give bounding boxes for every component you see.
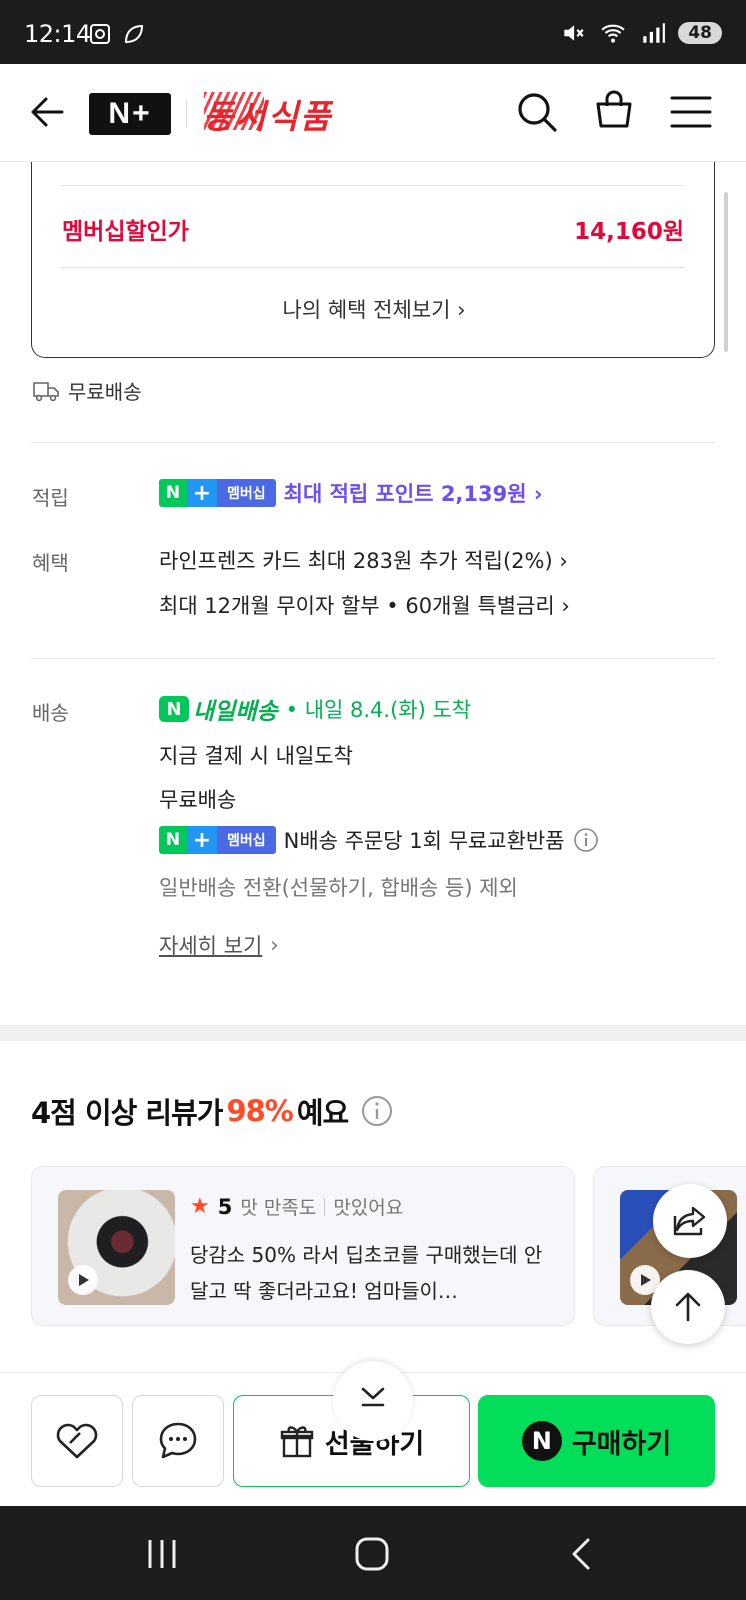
- pay-now-arrival-text: 지금 결제 시 내일도착: [159, 744, 353, 768]
- divider: [61, 185, 685, 186]
- like-button[interactable]: [31, 1395, 123, 1487]
- delivery-details-link[interactable]: 자세히 보기 ›: [159, 930, 279, 960]
- review-rating: ★ 5 맛 만족도 맛있어요: [190, 1193, 403, 1220]
- buy-button-label: 구매하기: [571, 1428, 672, 1460]
- search-icon[interactable]: [515, 90, 559, 134]
- screenshot-icon: [90, 24, 110, 44]
- free-shipping-text: 무료배송: [68, 380, 142, 404]
- divider: [324, 1197, 326, 1216]
- installment-benefit-link[interactable]: 최대 12개월 무이자 할부 • 60개월 특별금리 ›: [159, 590, 570, 620]
- home-icon[interactable]: [352, 1536, 392, 1572]
- next-day-delivery-row: N 내일배송 • 내일 8.4.(화) 도착: [159, 692, 471, 726]
- back-arrow-icon[interactable]: [28, 92, 68, 132]
- naver-plus-membership-badge: N + 멤버십: [159, 826, 276, 854]
- heart-icon: [56, 1423, 98, 1459]
- product-detail-content[interactable]: 멤버십할인가 14,160원 나의 혜택 전체보기 › 무료배송 적립 N + …: [0, 162, 746, 1394]
- status-notification-icons: [88, 22, 146, 46]
- view-all-benefits-link[interactable]: 나의 혜택 전체보기 ›: [32, 294, 716, 324]
- buy-button[interactable]: N 구매하기: [478, 1395, 715, 1487]
- delivery-free-shipping-text: 무료배송: [159, 788, 237, 812]
- brand-logo[interactable]: 동서식품: [203, 90, 332, 138]
- truck-n-icon: N: [159, 696, 189, 722]
- status-system-icons: 48: [560, 20, 722, 46]
- naver-plus-logo[interactable]: N+: [89, 93, 171, 135]
- battery-indicator: 48: [678, 22, 722, 44]
- purchase-action-bar: 선물하기 N 구매하기: [0, 1361, 746, 1506]
- truck-icon: [33, 381, 59, 401]
- app-header: N+ 동서식품: [0, 64, 746, 162]
- delivery-exclusion-text: 일반배송 전환(선물하기, 합배송 등) 제외: [159, 876, 518, 900]
- membership-benefit-box: 멤버십할인가 14,160원 나의 혜택 전체보기 ›: [31, 162, 715, 358]
- free-shipping-info: 무료배송: [32, 376, 142, 405]
- back-icon[interactable]: [562, 1536, 602, 1572]
- divider: [61, 267, 685, 268]
- status-time: 12:14: [24, 20, 91, 48]
- section-separator: [0, 1025, 746, 1041]
- scroll-to-top-button[interactable]: [651, 1270, 725, 1344]
- chat-button[interactable]: [132, 1395, 224, 1487]
- star-icon: ★: [190, 1194, 210, 1219]
- info-icon[interactable]: [360, 1094, 394, 1128]
- scrollbar[interactable]: [724, 192, 728, 352]
- arrival-date: • 내일 8.4.(화) 도착: [285, 698, 472, 722]
- leaf-icon: [124, 24, 144, 44]
- arrow-up-icon: [675, 1292, 701, 1322]
- membership-price-value: 14,160원: [574, 219, 684, 245]
- installment-benefit-text: 최대 12개월 무이자 할부 • 60개월 특별금리 ›: [159, 594, 570, 618]
- max-points-link[interactable]: 최대 적립 포인트 2,139원 ›: [284, 478, 543, 508]
- logo-divider: [186, 100, 187, 128]
- review-video-thumbnail[interactable]: [58, 1190, 175, 1305]
- section-divider: [31, 658, 715, 659]
- share-icon: [673, 1206, 706, 1236]
- gift-icon: [280, 1426, 314, 1458]
- delivery-label: 배송: [32, 701, 69, 725]
- benefits-label: 혜택: [32, 551, 69, 575]
- collapse-bar-button[interactable]: [333, 1361, 413, 1441]
- system-navigation-bar: [0, 1506, 746, 1600]
- hamburger-menu-icon[interactable]: [670, 94, 712, 130]
- review-text: 당감소 50% 라서 딥초코를 구매했는데 안달고 딱 좋더라고요! 엄마들이…: [190, 1243, 543, 1303]
- review-score: 5: [217, 1194, 233, 1219]
- mute-icon: [564, 25, 584, 41]
- chat-bubble-icon: [159, 1422, 197, 1459]
- play-icon[interactable]: [68, 1265, 98, 1295]
- recent-apps-icon[interactable]: [142, 1536, 182, 1572]
- info-icon[interactable]: [573, 827, 599, 853]
- share-button[interactable]: [653, 1184, 727, 1258]
- card-benefit-link[interactable]: 라인프렌즈 카드 최대 283원 추가 적립(2%) ›: [159, 545, 568, 575]
- membership-price-label: 멤버십할인가: [62, 219, 189, 245]
- chevron-down-icon: [361, 1387, 385, 1407]
- chevron-right-icon: ›: [270, 933, 279, 957]
- naver-plus-membership-badge: N + 멤버십: [159, 479, 276, 507]
- free-exchange-row: N + 멤버십 N배송 주문당 1회 무료교환반품: [159, 825, 599, 855]
- review-card[interactable]: ★ 5 맛 만족도 맛있어요 당감소 50% 라서 딥초코를 구매했는데 안달고…: [31, 1166, 575, 1326]
- status-bar: 12:14 48: [0, 0, 746, 64]
- taste-label: 맛 만족도: [240, 1197, 317, 1219]
- free-exchange-text: N배송 주문당 1회 무료교환반품: [283, 829, 565, 853]
- naver-pay-icon: N: [521, 1421, 562, 1461]
- taste-value: 맛있어요: [333, 1197, 404, 1219]
- signal-icon: [643, 23, 666, 43]
- shopping-bag-icon[interactable]: [592, 88, 636, 132]
- points-label: 적립: [32, 486, 69, 510]
- next-day-delivery-badge: N 내일배송: [159, 692, 278, 726]
- review-summary-title: 4점 이상 리뷰가 98% 예요: [31, 1090, 394, 1132]
- wifi-icon: [601, 24, 625, 43]
- section-divider: [31, 442, 715, 443]
- card-benefit-text: 라인프렌즈 카드 최대 283원 추가 적립(2%) ›: [159, 549, 568, 573]
- points-row[interactable]: N + 멤버십 최대 적립 포인트 2,139원 ›: [159, 478, 543, 508]
